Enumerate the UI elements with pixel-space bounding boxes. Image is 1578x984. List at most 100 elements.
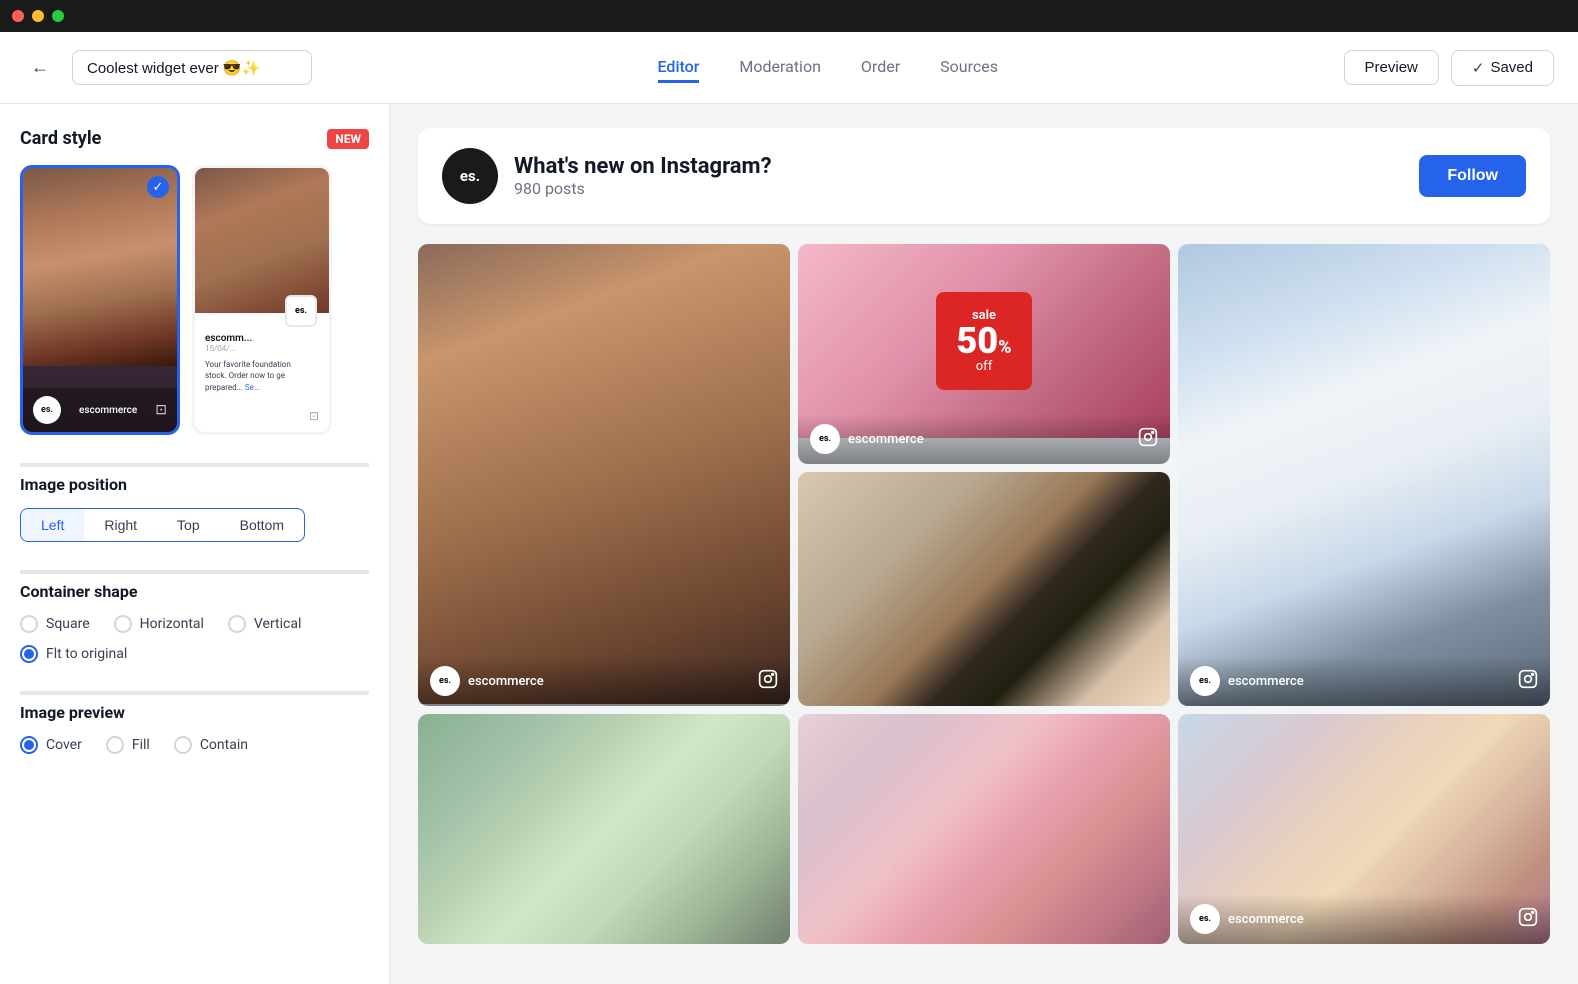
shape-horizontal-radio bbox=[114, 615, 132, 633]
card-brand: escommerce bbox=[79, 405, 137, 416]
fashion-face-image bbox=[418, 244, 790, 704]
titlebar-dot-green[interactable] bbox=[52, 10, 64, 22]
grid-logo-1: es. bbox=[430, 666, 460, 696]
card-option-portrait[interactable]: es. escommerce ⊡ ✓ bbox=[20, 165, 180, 435]
card-preview-list-logo: es. bbox=[285, 295, 317, 327]
preview-fill-option[interactable]: Fill bbox=[106, 736, 150, 754]
grid-logo-people: es. bbox=[1190, 904, 1220, 934]
position-right-btn[interactable]: Right bbox=[84, 509, 157, 541]
preview-cover-option[interactable]: Cover bbox=[20, 736, 82, 754]
tab-order[interactable]: Order bbox=[861, 53, 900, 83]
titlebar-dot-red[interactable] bbox=[12, 10, 24, 22]
main-layout: Card style NEW es. escommerce ⊡ bbox=[0, 104, 1578, 984]
image-position-title: Image position bbox=[20, 475, 369, 494]
grid-item-jeans[interactable]: es. escommerce bbox=[1178, 244, 1550, 706]
shape-square-radio bbox=[20, 615, 38, 633]
image-grid: es. escommerce sale 50% off bbox=[418, 244, 1550, 944]
sidebar: Card style NEW es. escommerce ⊡ bbox=[0, 104, 390, 984]
divider-3 bbox=[20, 691, 369, 695]
shop-image bbox=[418, 714, 790, 944]
widget-logo: es. bbox=[442, 148, 498, 204]
titlebar-dot-yellow[interactable] bbox=[32, 10, 44, 22]
preview-fill-radio bbox=[106, 736, 124, 754]
preview-cover-radio bbox=[20, 736, 38, 754]
jeans-image bbox=[1178, 244, 1550, 706]
saved-button[interactable]: ✓ Saved bbox=[1451, 50, 1554, 86]
tab-editor[interactable]: Editor bbox=[658, 53, 700, 83]
shape-fit-label: Flt to original bbox=[46, 646, 127, 662]
grid-item-shop[interactable] bbox=[418, 714, 790, 944]
container-shape-options: Square Horizontal Vertical Flt to origin… bbox=[20, 615, 369, 663]
grid-logo-2: es. bbox=[810, 424, 840, 454]
image-preview-section: Image preview Cover Fill Contain bbox=[20, 703, 369, 754]
titlebar bbox=[0, 0, 1578, 32]
position-bottom-btn[interactable]: Bottom bbox=[220, 509, 304, 541]
project-title-input[interactable] bbox=[72, 50, 312, 85]
card-preview-face bbox=[23, 168, 177, 366]
preview-contain-option[interactable]: Contain bbox=[174, 736, 248, 754]
card-preview-text: Your favorite foundationstock. Order now… bbox=[205, 359, 319, 393]
position-left-btn[interactable]: Left bbox=[21, 509, 84, 541]
divider-2 bbox=[20, 570, 369, 574]
card-logo: es. bbox=[33, 396, 61, 424]
widget-header: es. What's new on Instagram? 980 posts F… bbox=[418, 128, 1550, 224]
tab-moderation[interactable]: Moderation bbox=[739, 53, 821, 83]
preview-fill-label: Fill bbox=[132, 737, 150, 753]
grid-item-people[interactable]: es. escommerce bbox=[1178, 714, 1550, 944]
card-preview-date: 15/04/... bbox=[205, 344, 319, 353]
shape-vertical-radio bbox=[228, 615, 246, 633]
grid-item-flowers[interactable] bbox=[798, 714, 1170, 944]
shape-vertical-option[interactable]: Vertical bbox=[228, 615, 301, 633]
preview-contain-radio bbox=[174, 736, 192, 754]
grid-overlay-1: es. escommerce bbox=[418, 656, 790, 706]
widget-info: What's new on Instagram? 980 posts bbox=[514, 154, 1419, 198]
card-style-section: Card style NEW es. escommerce ⊡ bbox=[20, 128, 369, 435]
preview-button[interactable]: Preview bbox=[1344, 50, 1439, 85]
widget-posts: 980 posts bbox=[514, 179, 1419, 198]
shape-square-option[interactable]: Square bbox=[20, 615, 90, 633]
preview-contain-label: Contain bbox=[200, 737, 248, 753]
grid-item-fashion-face[interactable]: es. escommerce bbox=[418, 244, 790, 706]
shape-fit-radio bbox=[20, 645, 38, 663]
shape-horizontal-option[interactable]: Horizontal bbox=[114, 615, 204, 633]
grid-brand-3: escommerce bbox=[1228, 674, 1304, 689]
grid-brand-people: escommerce bbox=[1228, 912, 1304, 927]
container-shape-section: Container shape Square Horizontal Vertic… bbox=[20, 582, 369, 663]
shape-vertical-label: Vertical bbox=[254, 616, 301, 632]
preview-cover-label: Cover bbox=[46, 737, 82, 753]
follow-button[interactable]: Follow bbox=[1419, 155, 1526, 197]
divider-1 bbox=[20, 463, 369, 467]
nav-tabs: Editor Moderation Order Sources bbox=[328, 53, 1328, 83]
new-badge: NEW bbox=[327, 129, 369, 149]
image-position-control: Left Right Top Bottom bbox=[20, 508, 305, 542]
card-style-options: es. escommerce ⊡ ✓ es. bbox=[20, 165, 369, 435]
card-style-header: Card style NEW bbox=[20, 128, 369, 149]
tab-sources[interactable]: Sources bbox=[940, 53, 998, 83]
instagram-icon: ⊡ bbox=[155, 402, 167, 418]
widget-title: What's new on Instagram? bbox=[514, 154, 1419, 179]
grid-overlay-people: es. escommerce bbox=[1178, 894, 1550, 944]
grid-item-shoes[interactable] bbox=[798, 472, 1170, 706]
image-position-section: Image position Left Right Top Bottom bbox=[20, 475, 369, 542]
sale-badge: sale 50% off bbox=[936, 292, 1031, 390]
card-option-check: ✓ bbox=[147, 176, 169, 198]
grid-ig-1 bbox=[758, 669, 778, 693]
grid-ig-people bbox=[1518, 907, 1538, 931]
card-option-list[interactable]: es. escomm... 15/04/... Your favorite fo… bbox=[192, 165, 332, 435]
position-top-btn[interactable]: Top bbox=[157, 509, 220, 541]
saved-label: Saved bbox=[1490, 59, 1533, 76]
card-preview-bottom: es. escommerce ⊡ bbox=[23, 388, 177, 432]
image-preview-title: Image preview bbox=[20, 703, 369, 722]
saved-check-icon: ✓ bbox=[1472, 59, 1485, 77]
sale-num: 50% bbox=[956, 323, 1011, 359]
back-button[interactable]: ← bbox=[24, 52, 56, 84]
grid-brand-1: escommerce bbox=[468, 674, 544, 689]
grid-overlay-2: es. escommerce bbox=[798, 414, 1170, 464]
nav-actions: Preview ✓ Saved bbox=[1344, 50, 1554, 86]
card-style-title: Card style bbox=[20, 128, 101, 149]
card-preview-brand: escomm... bbox=[205, 333, 319, 344]
shape-fit-option[interactable]: Flt to original bbox=[20, 645, 127, 663]
card-preview-portrait-bg: es. escommerce ⊡ bbox=[23, 168, 177, 432]
grid-item-sale[interactable]: sale 50% off es. escommerce bbox=[798, 244, 1170, 464]
grid-brand-2: escommerce bbox=[848, 432, 924, 447]
